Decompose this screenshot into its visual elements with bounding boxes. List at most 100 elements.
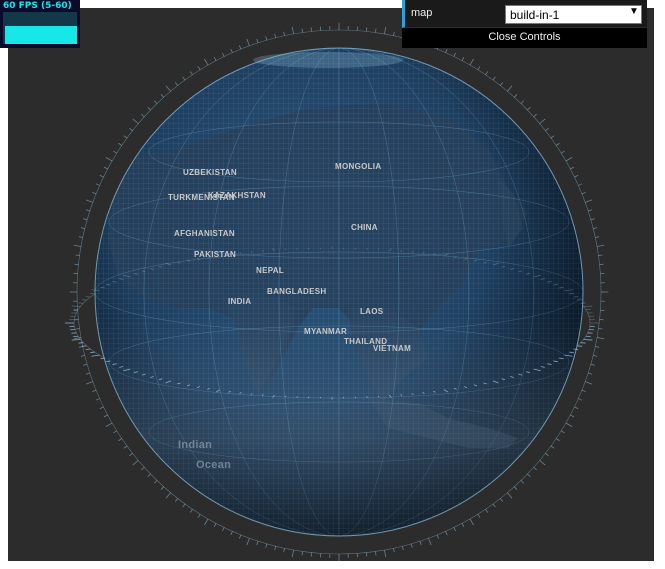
ring-tick xyxy=(80,354,85,357)
ring-tick xyxy=(375,28,377,33)
ring-tick xyxy=(75,328,80,330)
ring-tick xyxy=(393,31,395,36)
ring-tick xyxy=(85,199,93,203)
ring-tick xyxy=(129,452,133,457)
ring-tick xyxy=(588,372,593,375)
ring-tick xyxy=(507,492,513,499)
ring-tick xyxy=(539,460,546,466)
globe-viewport[interactable]: CHINA INDIA PAKISTAN AFGHANISTAN NEPAL B… xyxy=(8,8,654,561)
fps-graph-fill xyxy=(3,26,77,44)
ring-tick xyxy=(565,157,573,162)
ring-tick xyxy=(585,381,593,385)
ring-tick xyxy=(123,135,128,139)
fps-stats-panel[interactable]: 60 FPS (5-60) xyxy=(0,0,80,48)
ring-tick xyxy=(95,398,100,401)
ring-tick xyxy=(453,52,456,57)
ring-tick xyxy=(598,328,603,330)
ring-tick xyxy=(71,305,81,307)
ring-tick xyxy=(174,82,179,86)
ring-tick xyxy=(595,346,600,348)
ring-tick xyxy=(428,538,432,546)
ring-tick xyxy=(596,244,605,247)
ring-tick xyxy=(520,100,525,104)
ring-tick xyxy=(514,94,518,98)
ring-tick xyxy=(274,546,277,551)
label-laos: LAOS xyxy=(360,307,384,316)
ring-tick xyxy=(141,467,145,471)
ring-tick xyxy=(103,414,108,418)
ring-tick xyxy=(583,339,593,341)
ring-tick xyxy=(189,71,193,76)
ring-tick xyxy=(574,175,579,178)
ring-tick xyxy=(461,523,465,528)
ring-tick xyxy=(583,305,593,307)
ring-tick xyxy=(182,503,186,508)
ring-tick xyxy=(147,106,151,111)
label-india: INDIA xyxy=(228,297,251,306)
ring-tick xyxy=(238,45,242,50)
label-bangladesh: BANGLADESH xyxy=(267,287,326,296)
ring-tick xyxy=(91,354,100,357)
ring-tick xyxy=(401,546,404,551)
map-select[interactable]: build-in-1 xyxy=(505,5,642,24)
ring-tick xyxy=(274,33,277,38)
ring-tick xyxy=(90,292,95,295)
ring-tick xyxy=(477,66,481,71)
ring-tick xyxy=(585,199,593,203)
ring-tick xyxy=(485,71,489,76)
ring-tick xyxy=(92,191,97,195)
ring-tick xyxy=(514,486,518,490)
ring-tick xyxy=(92,389,97,393)
ring-tick xyxy=(436,534,440,539)
ring-tick xyxy=(492,76,496,81)
ring-tick xyxy=(132,460,139,466)
ring-tick xyxy=(507,85,513,92)
ring-tick xyxy=(569,292,574,295)
ring-tick xyxy=(256,38,259,43)
ring-tick xyxy=(213,523,217,528)
ring-tick xyxy=(71,339,81,341)
ring-tick xyxy=(461,56,465,61)
label-vietnam: VIETNAM xyxy=(373,344,411,353)
ring-tick xyxy=(291,26,294,35)
ring-tick xyxy=(222,52,225,57)
ring-tick xyxy=(291,549,294,558)
ring-tick xyxy=(85,372,90,375)
ring-tick xyxy=(78,236,83,238)
ring-tick xyxy=(132,118,139,124)
ring-tick xyxy=(419,541,422,546)
ring-tick xyxy=(578,183,583,186)
ring-tick xyxy=(581,389,586,393)
label-afghanistan: AFGHANISTAN xyxy=(174,229,235,238)
ring-tick xyxy=(197,66,201,71)
ring-tick xyxy=(85,381,93,385)
ring-tick xyxy=(596,337,605,340)
ring-tick xyxy=(595,236,600,238)
ring-tick xyxy=(246,538,250,546)
label-nepal: NEPAL xyxy=(256,266,284,275)
ring-tick xyxy=(533,467,537,471)
ring-tick xyxy=(565,422,573,427)
ring-tick xyxy=(520,480,525,484)
ring-tick xyxy=(469,518,474,526)
label-china: CHINA xyxy=(351,223,378,232)
map-control-label: map xyxy=(411,7,433,19)
ring-tick xyxy=(301,28,303,33)
fps-graph xyxy=(3,12,77,44)
ring-tick xyxy=(105,422,113,427)
ring-tick xyxy=(453,527,456,532)
ring-tick xyxy=(445,531,448,536)
ring-tick xyxy=(445,48,448,53)
ring-tick xyxy=(527,106,531,111)
ring-tick xyxy=(238,534,242,539)
ring-tick xyxy=(174,498,179,502)
ring-tick xyxy=(160,486,164,490)
globe-scene[interactable]: CHINA INDIA PAKISTAN AFGHANISTAN NEPAL B… xyxy=(8,8,654,561)
ring-tick xyxy=(301,551,303,556)
ring-tick xyxy=(204,518,209,526)
ring-tick xyxy=(90,351,95,354)
close-controls-button[interactable]: Close Controls xyxy=(402,28,647,48)
ring-tick xyxy=(256,541,259,546)
label-indian-ocean-1: Indian xyxy=(178,439,212,451)
ring-tick xyxy=(85,296,91,298)
